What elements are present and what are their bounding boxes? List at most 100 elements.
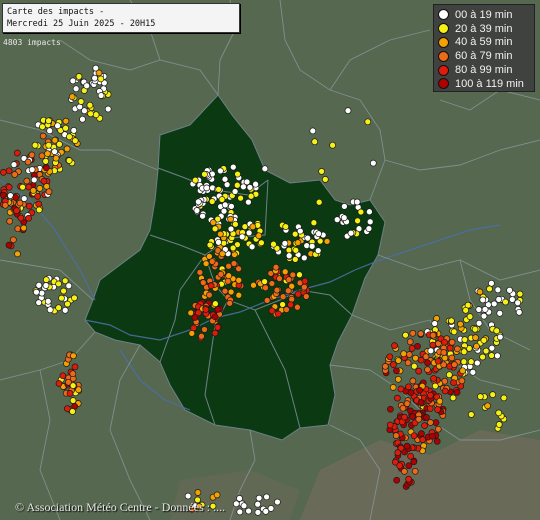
impact-point (493, 327, 501, 335)
impact-point (399, 404, 407, 412)
impact-point (457, 320, 464, 328)
impact-point (196, 269, 204, 276)
impact-point (217, 270, 225, 278)
impact-point (29, 187, 37, 194)
impact-point (30, 176, 38, 184)
impact-point (395, 357, 402, 364)
impact-point (97, 75, 105, 83)
impact-point (10, 236, 17, 244)
impact-point (19, 183, 26, 191)
impact-point (39, 132, 47, 140)
impact-point (77, 98, 85, 105)
impact-point (415, 415, 423, 423)
impact-point (369, 159, 377, 167)
impact-point (472, 334, 479, 341)
legend-item-5: 100 à 119 min (438, 77, 530, 91)
impact-point (211, 329, 219, 337)
impact-point (226, 299, 234, 307)
impact-point (267, 505, 275, 512)
impact-point (273, 286, 281, 294)
impact-point (274, 310, 282, 318)
impact-point (410, 458, 418, 466)
impact-point (405, 462, 413, 470)
impact-point (220, 207, 228, 215)
impact-point (315, 230, 322, 238)
impact-point (258, 239, 265, 247)
impact-point (401, 468, 408, 475)
impact-point (31, 141, 39, 149)
impact-point (496, 309, 504, 317)
impact-point (34, 193, 41, 200)
impact-point (79, 115, 86, 123)
impact-point (276, 275, 283, 282)
impact-point (236, 495, 243, 502)
impact-point (283, 306, 290, 313)
impact-point (35, 281, 43, 289)
impact-point (494, 286, 502, 294)
impact-point (333, 216, 341, 223)
impact-point (400, 350, 408, 358)
impact-point (482, 347, 490, 355)
impact-point (429, 432, 436, 440)
impact-point (44, 297, 52, 305)
impact-point (285, 246, 293, 254)
impact-point (61, 277, 69, 285)
impact-point (279, 293, 287, 301)
impact-point (69, 77, 77, 85)
impact-point (206, 241, 214, 249)
impact-point (44, 150, 51, 157)
impact-point (224, 277, 232, 285)
impact-point (225, 272, 233, 280)
impact-point (460, 348, 468, 356)
impact-point (300, 254, 308, 262)
impact-point (453, 389, 461, 396)
impact-point (55, 304, 62, 312)
impact-point (214, 324, 222, 331)
impact-point (76, 103, 84, 111)
impact-point (315, 198, 323, 206)
impact-point (252, 180, 259, 188)
impact-point (440, 349, 448, 356)
impact-point (250, 281, 257, 289)
impact-point (188, 330, 196, 337)
impact-point (458, 377, 466, 385)
impact-map: Carte des impacts - Mercredi 25 Juin 202… (0, 0, 540, 520)
impact-point (261, 165, 269, 173)
impact-point (199, 212, 206, 220)
impact-point (422, 353, 430, 360)
impact-point (412, 354, 419, 362)
impact-point (274, 498, 281, 506)
impact-point (184, 492, 192, 500)
impact-point (237, 194, 244, 202)
impact-point (268, 307, 276, 315)
impact-point (45, 188, 53, 196)
impact-point (217, 167, 224, 175)
impact-point (87, 110, 94, 118)
impact-point (52, 154, 60, 162)
impact-point (296, 227, 304, 235)
impact-point (38, 289, 46, 297)
impact-point (391, 342, 398, 349)
impact-point (228, 203, 235, 210)
impact-point (51, 136, 59, 144)
impact-point (97, 92, 105, 99)
impact-point (389, 384, 397, 391)
impact-point (450, 379, 457, 387)
impact-point (95, 69, 103, 77)
impact-point (300, 283, 308, 291)
impact-point (5, 167, 13, 175)
impact-point (402, 331, 409, 339)
impact-point (202, 306, 210, 313)
impact-point (445, 371, 453, 379)
impact-point (0, 169, 7, 176)
impact-point (426, 405, 434, 412)
impact-point (86, 101, 94, 109)
impact-point (467, 358, 475, 366)
legend-swatch-5 (438, 78, 449, 90)
map-date: Mercredi 25 Juin 2025 - 20H15 (7, 19, 156, 29)
impact-point (213, 491, 221, 499)
impact-point (65, 157, 73, 164)
impact-point (409, 329, 417, 337)
legend-item-3: 60 à 79 min (438, 49, 530, 63)
impact-point (225, 262, 232, 270)
